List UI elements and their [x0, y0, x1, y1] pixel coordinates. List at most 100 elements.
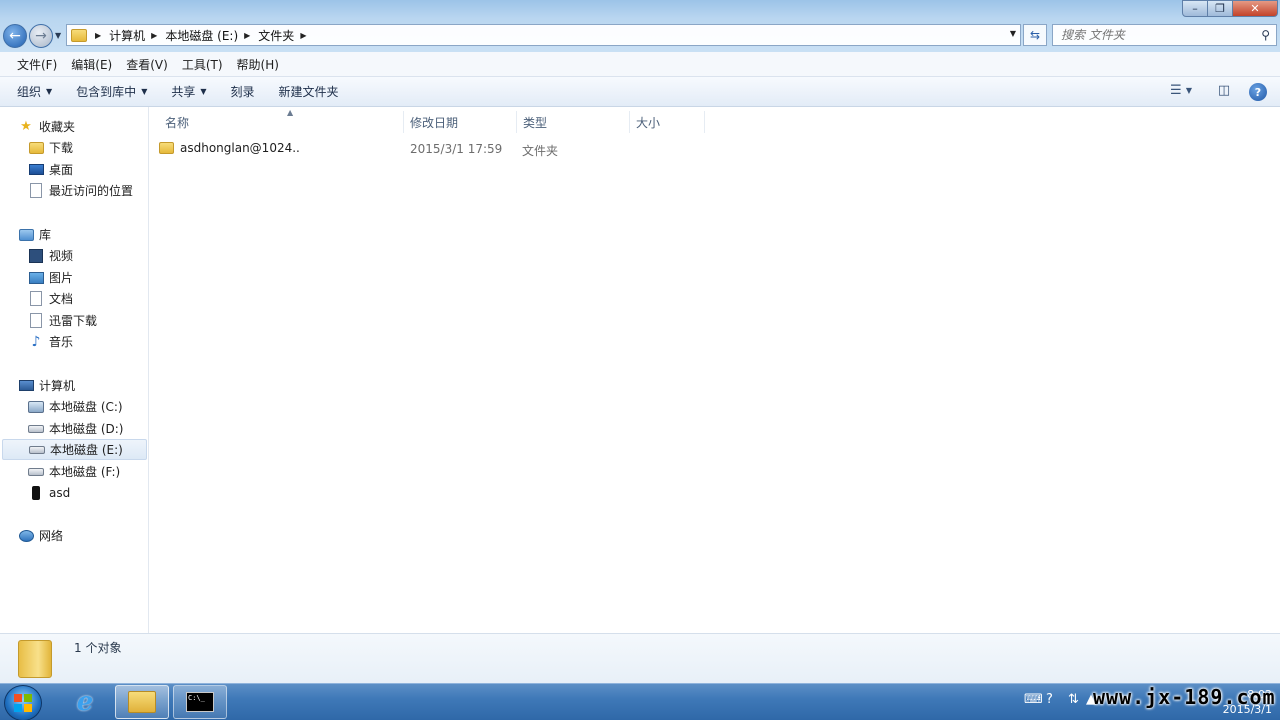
- table-row[interactable]: asdhonglan@1024..: [159, 138, 300, 158]
- nav-label: 本地磁盘 (E:): [50, 443, 123, 457]
- chevron-right-icon[interactable]: ▶: [300, 31, 306, 40]
- phone-icon: [28, 485, 44, 501]
- nav-computer[interactable]: 计算机: [18, 375, 75, 396]
- refresh-button[interactable]: ⇆: [1023, 24, 1047, 46]
- column-type[interactable]: 类型: [517, 111, 630, 133]
- organize-button[interactable]: 组织 ▼: [10, 83, 59, 100]
- nav-libraries[interactable]: 库: [18, 224, 51, 245]
- chevron-right-icon[interactable]: ▶: [151, 31, 157, 40]
- file-list: 名称 ▲ 修改日期 类型 大小 asdhonglan@1024.. 2015/3/…: [149, 107, 1280, 633]
- nav-item-drive-e[interactable]: 本地磁盘 (E:): [2, 439, 147, 460]
- windows-logo-icon: [14, 694, 32, 712]
- taskbar-internet-explorer[interactable]: e: [58, 685, 112, 719]
- nav-label: 迅雷下载: [49, 314, 98, 328]
- menu-help[interactable]: 帮助(H): [230, 56, 286, 73]
- chevron-right-icon[interactable]: ▶: [244, 31, 250, 40]
- nav-favorites[interactable]: ★ 收藏夹: [18, 116, 75, 137]
- nav-item-desktop[interactable]: 桌面: [28, 159, 73, 180]
- file-name[interactable]: asdhonglan@1024..: [180, 141, 300, 155]
- search-box[interactable]: ⚲: [1052, 24, 1277, 46]
- star-icon: ★: [20, 119, 32, 134]
- chevron-down-icon: ▼: [200, 87, 207, 96]
- column-name[interactable]: 名称 ▲: [159, 108, 404, 133]
- search-input[interactable]: [1061, 28, 1251, 42]
- nav-network[interactable]: 网络: [18, 525, 63, 546]
- nav-item-thunder-downloads[interactable]: 迅雷下载: [28, 310, 97, 331]
- nav-label: 文档: [49, 292, 74, 306]
- computer-icon: [18, 378, 34, 394]
- share-button[interactable]: 共享 ▼: [164, 83, 213, 100]
- breadcrumb-computer[interactable]: 计算机: [109, 27, 145, 44]
- details-pane: 1 个对象: [0, 633, 1280, 683]
- burn-button[interactable]: 刻录: [224, 83, 262, 100]
- nav-item-documents[interactable]: 文档: [28, 288, 73, 309]
- column-label: 修改日期: [410, 115, 459, 130]
- command-prompt-icon: C:\_: [186, 692, 214, 712]
- change-view-button[interactable]: ☰ ▼: [1163, 83, 1199, 98]
- preview-pane-button[interactable]: ◫: [1214, 83, 1234, 98]
- nav-item-drive-d[interactable]: 本地磁盘 (D:): [28, 418, 123, 439]
- folder-icon: [18, 640, 52, 678]
- nav-label: 图片: [49, 271, 74, 285]
- nav-item-downloads[interactable]: 下载: [28, 137, 73, 158]
- menu-view[interactable]: 查看(V): [119, 56, 175, 73]
- close-button[interactable]: ✕: [1232, 0, 1278, 17]
- recent-pages-dropdown[interactable]: ▼: [55, 31, 61, 40]
- maximize-button[interactable]: ❐: [1207, 0, 1233, 17]
- taskbar-command-prompt[interactable]: C:\_: [173, 685, 227, 719]
- nav-item-drive-f[interactable]: 本地磁盘 (F:): [28, 461, 120, 482]
- video-icon: [28, 248, 44, 264]
- folder-icon: [71, 28, 87, 42]
- back-button[interactable]: ←: [3, 24, 27, 48]
- nav-label: 库: [39, 228, 52, 242]
- column-modified[interactable]: 修改日期: [404, 111, 517, 133]
- nav-item-drive-c[interactable]: 本地磁盘 (C:): [28, 396, 123, 417]
- menu-file[interactable]: 文件(F): [10, 56, 64, 73]
- document-icon: [28, 291, 44, 307]
- forward-button[interactable]: →: [29, 24, 53, 48]
- menu-edit[interactable]: 编辑(E): [64, 56, 119, 73]
- column-size[interactable]: 大小: [630, 111, 705, 133]
- help-icon[interactable]: ?: [1046, 692, 1053, 707]
- view-list-icon: ☰: [1170, 83, 1182, 98]
- address-bar[interactable]: ▶ 计算机 ▶ 本地磁盘 (E:) ▶ 文件夹 ▶ ▼: [66, 24, 1021, 46]
- nav-label: 本地磁盘 (D:): [49, 422, 124, 436]
- usb-icon[interactable]: ⇅: [1068, 692, 1079, 707]
- nav-label: 下载: [49, 141, 74, 155]
- breadcrumb-drive-e[interactable]: 本地磁盘 (E:): [165, 27, 238, 44]
- nav-item-device-asd[interactable]: asd: [28, 482, 70, 503]
- hard-drive-icon: [28, 421, 44, 437]
- new-folder-button[interactable]: 新建文件夹: [272, 83, 346, 100]
- start-button[interactable]: [4, 685, 42, 720]
- chevron-right-icon[interactable]: ▶: [95, 31, 101, 40]
- nav-label: asd: [49, 485, 71, 500]
- nav-item-videos[interactable]: 视频: [28, 245, 73, 266]
- network-icon: [18, 528, 34, 544]
- nav-label: 本地磁盘 (F:): [49, 465, 121, 479]
- file-type: 文件夹: [522, 144, 559, 158]
- nav-label: 本地磁盘 (C:): [49, 400, 123, 414]
- hard-drive-icon: [29, 442, 45, 458]
- breadcrumb-folder[interactable]: 文件夹: [258, 27, 294, 44]
- title-bar: ← → ▼ ▶ 计算机 ▶ 本地磁盘 (E:) ▶ 文件夹 ▶ ▼ ⇆ ⚲ – …: [0, 0, 1280, 52]
- system-drive-icon: [28, 399, 44, 415]
- watermark: www.jx-189.com: [1093, 685, 1276, 709]
- search-icon[interactable]: ⚲: [1261, 28, 1270, 42]
- column-label: 类型: [523, 115, 548, 130]
- keyboard-icon[interactable]: ⌨: [1024, 692, 1043, 707]
- include-library-button[interactable]: 包含到库中 ▼: [69, 83, 154, 100]
- nav-label: 计算机: [39, 379, 76, 393]
- minimize-button[interactable]: –: [1182, 0, 1208, 17]
- address-dropdown[interactable]: ▼: [1010, 29, 1016, 38]
- menu-tools[interactable]: 工具(T): [175, 56, 230, 73]
- nav-item-music[interactable]: ♪ 音乐: [28, 331, 73, 352]
- help-button[interactable]: ?: [1249, 83, 1267, 101]
- nav-item-recent-places[interactable]: 最近访问的位置: [28, 180, 133, 201]
- taskbar-explorer[interactable]: [115, 685, 169, 719]
- close-icon: ✕: [1250, 2, 1260, 15]
- command-bar: 组织 ▼ 包含到库中 ▼ 共享 ▼ 刻录 新建文件夹 ☰ ▼ ◫ ?: [0, 77, 1280, 107]
- nav-item-pictures[interactable]: 图片: [28, 267, 73, 288]
- chevron-down-icon: ▼: [141, 87, 148, 96]
- navigation-pane: ★ 收藏夹 下载 桌面 最近访问的位置 库 视频 图片 文档 迅雷下载 ♪ 音乐 计…: [0, 107, 149, 633]
- chevron-down-icon: ▼: [46, 87, 53, 96]
